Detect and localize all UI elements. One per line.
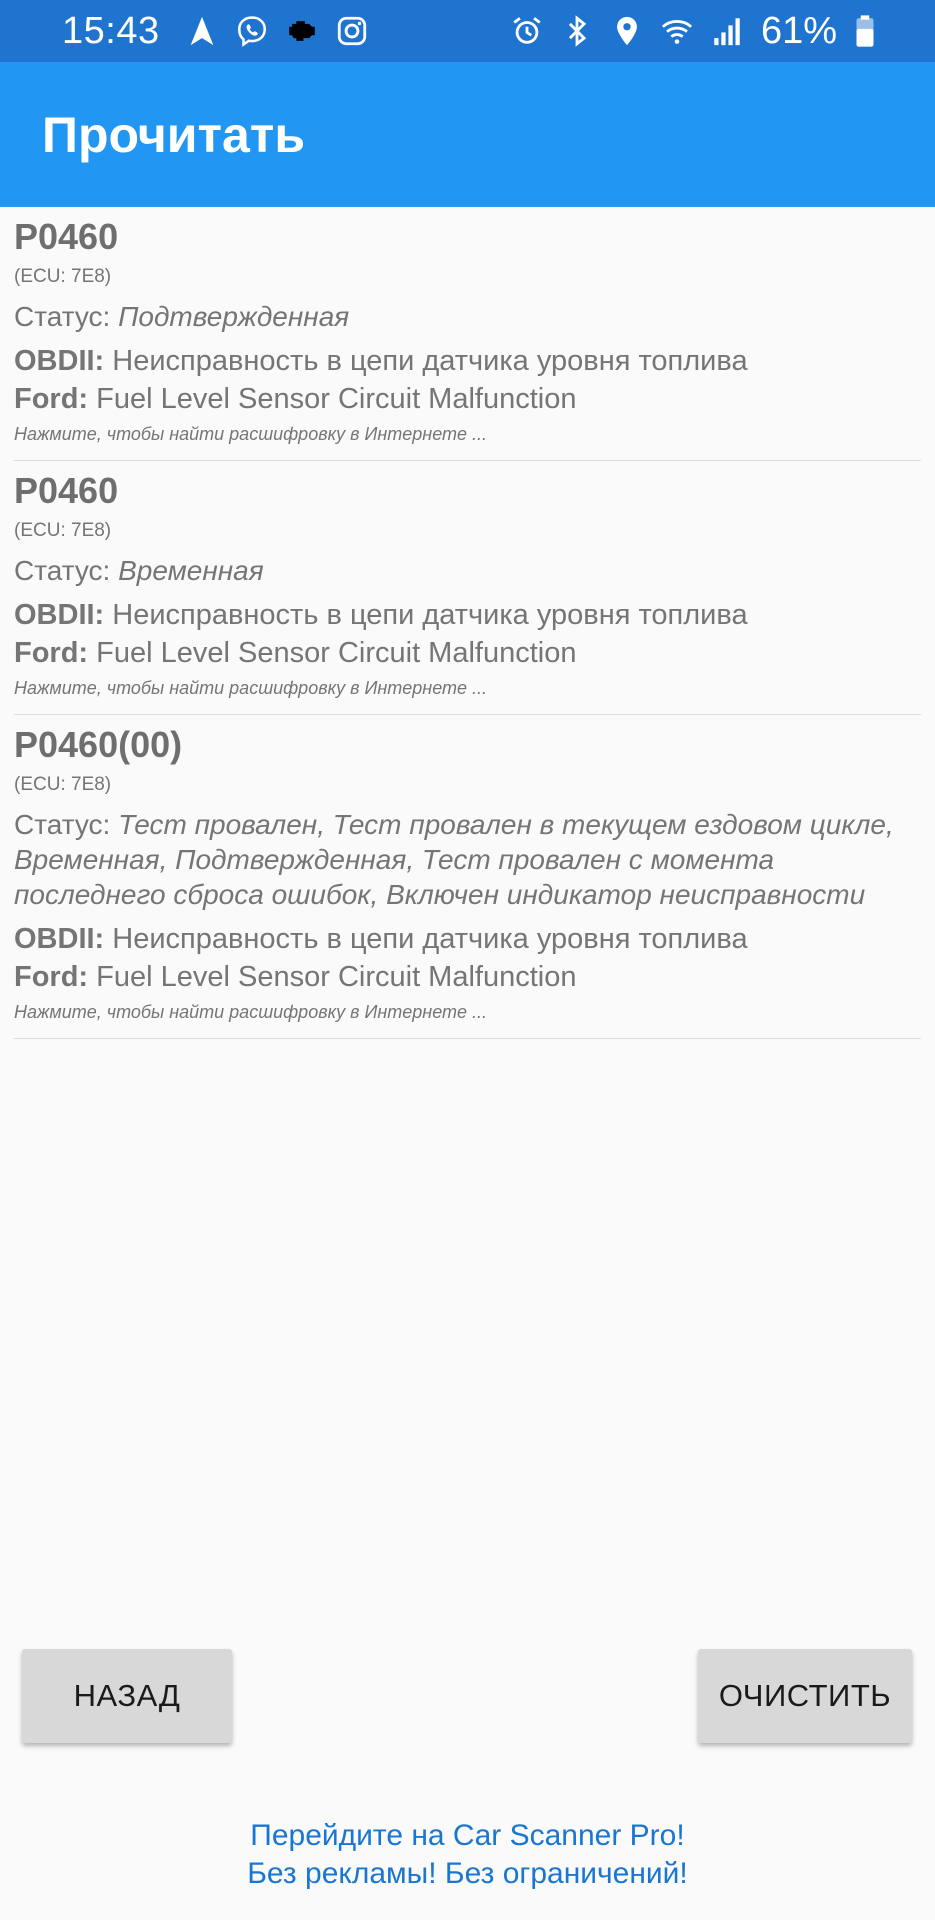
- dtc-status: Статус: Тест провален, Тест провален в т…: [14, 807, 921, 912]
- dtc-obd-description: OBDII: Неисправность в цепи датчика уров…: [14, 596, 921, 634]
- status-bar-right: 61%: [507, 10, 895, 53]
- dtc-make-text: Fuel Level Sensor Circuit Malfunction: [96, 961, 577, 993]
- dtc-status: Статус: Временная: [14, 553, 921, 588]
- signal-icon: [707, 11, 747, 51]
- dtc-make-text: Fuel Level Sensor Circuit Malfunction: [96, 637, 577, 669]
- dtc-obd-description: OBDII: Неисправность в цепи датчика уров…: [14, 342, 921, 380]
- dtc-make-description: Ford: Fuel Level Sensor Circuit Malfunct…: [14, 380, 921, 418]
- dtc-status-value: Тест провален, Тест провален в текущем е…: [14, 809, 894, 910]
- status-time: 15:43: [62, 9, 160, 52]
- dtc-ecu: (ECU: 7E8): [14, 266, 112, 287]
- battery-percent: 61%: [760, 9, 837, 52]
- clear-button[interactable]: ОЧИСТИТЬ: [698, 1649, 912, 1743]
- alarm-icon: [507, 11, 547, 51]
- dtc-code: P0460: [14, 216, 119, 257]
- dtc-ecu: (ECU: 7E8): [14, 520, 112, 541]
- dtc-obd-label: OBDII:: [14, 923, 105, 955]
- viber-icon: [232, 11, 272, 51]
- location-icon: [607, 11, 647, 51]
- page-title: Прочитать: [42, 106, 306, 163]
- promo-line-1: Перейдите на Car Scanner Pro!: [250, 1819, 685, 1852]
- dtc-code: P0460: [14, 470, 119, 511]
- dtc-obd-text: Неисправность в цепи датчика уровня топл…: [112, 345, 748, 377]
- dtc-obd-text: Неисправность в цепи датчика уровня топл…: [112, 599, 748, 631]
- dtc-obd-description: OBDII: Неисправность в цепи датчика уров…: [14, 920, 921, 958]
- battery-icon: [845, 11, 885, 51]
- dtc-obd-label: OBDII:: [14, 599, 105, 631]
- promo-line-2: Без рекламы! Без ограничений!: [247, 1857, 688, 1890]
- dtc-make-text: Fuel Level Sensor Circuit Malfunction: [96, 383, 577, 415]
- dtc-code: P0460(00): [14, 724, 183, 765]
- dtc-search-hint[interactable]: Нажмите, чтобы найти расшифровку в Интер…: [14, 674, 921, 702]
- dtc-status-value: Подтвержденная: [118, 301, 350, 332]
- dtc-list: P0460 (ECU: 7E8) Статус: Подтвержденная …: [0, 207, 935, 1039]
- dtc-ecu: (ECU: 7E8): [14, 774, 112, 795]
- status-bar-left: 15:43: [62, 10, 382, 53]
- dtc-make-label: Ford:: [14, 961, 89, 993]
- dtc-status-label: Статус:: [14, 809, 111, 840]
- dtc-search-hint[interactable]: Нажмите, чтобы найти расшифровку в Интер…: [14, 420, 921, 448]
- wifi-icon: [657, 11, 697, 51]
- dtc-item[interactable]: P0460 (ECU: 7E8) Статус: Временная OBDII…: [14, 461, 921, 715]
- dtc-status-value: Временная: [118, 555, 264, 586]
- back-button[interactable]: НАЗАД: [22, 1649, 232, 1743]
- status-bar: 15:43 61%: [0, 0, 935, 62]
- dtc-make-label: Ford:: [14, 383, 89, 415]
- instagram-icon: [332, 11, 372, 51]
- dtc-search-hint[interactable]: Нажмите, чтобы найти расшифровку в Интер…: [14, 998, 921, 1026]
- dtc-status-label: Статус:: [14, 555, 111, 586]
- navigation-icon: [182, 11, 222, 51]
- dtc-item[interactable]: P0460 (ECU: 7E8) Статус: Подтвержденная …: [14, 207, 921, 461]
- dtc-status-label: Статус:: [14, 301, 111, 332]
- dtc-make-description: Ford: Fuel Level Sensor Circuit Malfunct…: [14, 634, 921, 672]
- dtc-obd-text: Неисправность в цепи датчика уровня топл…: [112, 923, 748, 955]
- check-engine-icon: [282, 11, 322, 51]
- dtc-status: Статус: Подтвержденная: [14, 299, 921, 334]
- dtc-make-label: Ford:: [14, 637, 89, 669]
- dtc-obd-label: OBDII:: [14, 345, 105, 377]
- dtc-item[interactable]: P0460(00) (ECU: 7E8) Статус: Тест провал…: [14, 715, 921, 1039]
- bluetooth-icon: [557, 11, 597, 51]
- app-bar: Прочитать: [0, 62, 935, 207]
- promo-link[interactable]: Перейдите на Car Scanner Pro! Без реклам…: [0, 1817, 935, 1893]
- dtc-make-description: Ford: Fuel Level Sensor Circuit Malfunct…: [14, 958, 921, 996]
